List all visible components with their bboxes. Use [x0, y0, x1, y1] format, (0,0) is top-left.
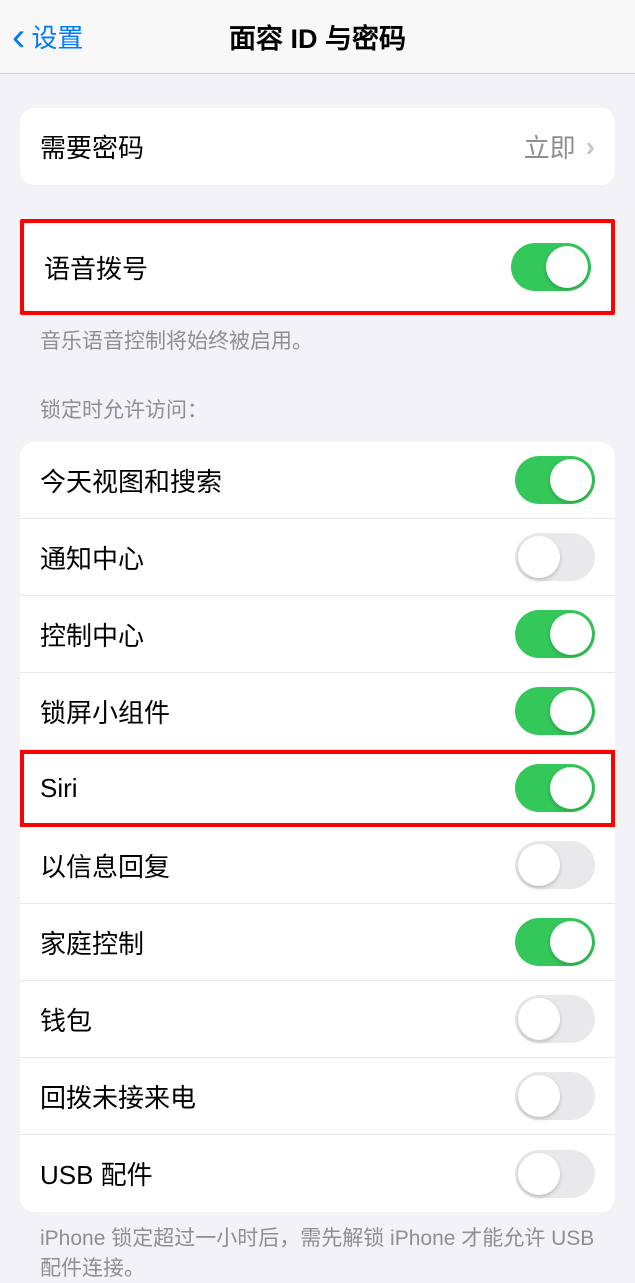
navigation-bar: ‹ 设置 面容 ID 与密码 — [0, 0, 635, 74]
lock-access-header: 锁定时允许访问： — [20, 356, 615, 424]
lock-access-toggle[interactable] — [515, 1150, 595, 1198]
require-passcode-cell[interactable]: 需要密码 立即 › — [20, 108, 615, 185]
lock-access-toggle[interactable] — [515, 610, 595, 658]
voice-dial-toggle[interactable] — [511, 243, 591, 291]
lock-access-item-label: 以信息回复 — [40, 847, 170, 884]
toggle-knob — [550, 690, 592, 732]
lock-access-cell: 通知中心 — [20, 519, 615, 596]
lock-access-item-label: 锁屏小组件 — [40, 693, 170, 730]
lock-access-cell: 锁屏小组件 — [20, 673, 615, 750]
require-passcode-group: 需要密码 立即 › — [20, 108, 615, 185]
toggle-knob — [518, 1153, 560, 1195]
lock-access-item-label: 今天视图和搜索 — [40, 462, 222, 499]
lock-access-item-label: 回拨未接来电 — [40, 1078, 196, 1115]
require-passcode-label: 需要密码 — [40, 128, 144, 165]
lock-access-toggle[interactable] — [515, 841, 595, 889]
require-passcode-value: 立即 › — [524, 128, 595, 165]
voice-dial-group: 语音拨号 — [24, 223, 611, 311]
lock-access-item-label: 钱包 — [40, 1001, 92, 1038]
lock-access-cell: 今天视图和搜索 — [20, 442, 615, 519]
lock-access-item-label: Siri — [40, 773, 78, 804]
lock-access-cell: 以信息回复 — [20, 827, 615, 904]
voice-dial-cell: 语音拨号 — [24, 223, 611, 311]
voice-dial-highlight: 语音拨号 — [20, 219, 615, 315]
lock-access-cell: USB 配件 — [20, 1135, 615, 1212]
lock-access-toggle[interactable] — [515, 456, 595, 504]
lock-access-item-label: USB 配件 — [40, 1155, 153, 1192]
voice-dial-label: 语音拨号 — [44, 249, 148, 286]
lock-access-toggle[interactable] — [515, 687, 595, 735]
lock-access-cell: 回拨未接来电 — [20, 1058, 615, 1135]
lock-access-footer: iPhone 锁定超过一小时后，需先解锁 iPhone 才能允许 USB 配件连… — [20, 1212, 615, 1283]
lock-access-cell: 家庭控制 — [20, 904, 615, 981]
lock-access-cell: 钱包 — [20, 981, 615, 1058]
lock-access-toggle[interactable] — [515, 1072, 595, 1120]
toggle-knob — [550, 767, 592, 809]
toggle-knob — [550, 921, 592, 963]
lock-access-cell: Siri — [20, 750, 615, 827]
lock-access-item-label: 通知中心 — [40, 539, 144, 576]
back-button[interactable]: ‹ 设置 — [12, 17, 83, 57]
toggle-knob — [550, 613, 592, 655]
lock-access-group: 今天视图和搜索通知中心控制中心锁屏小组件 Siri 以信息回复家庭控制钱包回拨未接来… — [20, 442, 615, 1212]
lock-access-toggle[interactable] — [515, 995, 595, 1043]
toggle-knob — [546, 246, 588, 288]
lock-access-toggle[interactable] — [515, 533, 595, 581]
chevron-right-icon: › — [586, 131, 595, 163]
toggle-knob — [518, 1075, 560, 1117]
toggle-knob — [518, 844, 560, 886]
chevron-left-icon: ‹ — [12, 17, 25, 57]
lock-access-toggle[interactable] — [515, 764, 595, 812]
back-label: 设置 — [31, 18, 83, 55]
page-title: 面容 ID 与密码 — [229, 17, 406, 56]
voice-dial-footer: 音乐语音控制将始终被启用。 — [20, 315, 615, 356]
lock-access-item-label: 控制中心 — [40, 616, 144, 653]
lock-access-cell: 控制中心 — [20, 596, 615, 673]
lock-access-toggle[interactable] — [515, 918, 595, 966]
toggle-knob — [550, 459, 592, 501]
toggle-knob — [518, 998, 560, 1040]
lock-access-item-label: 家庭控制 — [40, 924, 144, 961]
toggle-knob — [518, 536, 560, 578]
